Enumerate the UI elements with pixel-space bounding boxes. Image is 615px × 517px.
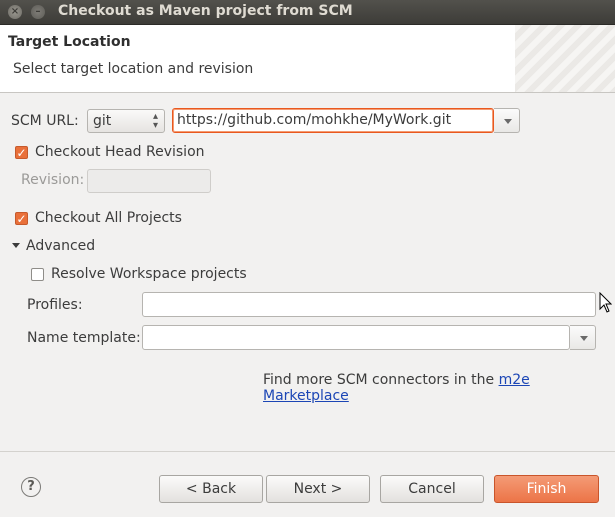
cancel-button[interactable]: Cancel — [380, 475, 484, 503]
scm-url-input[interactable]: https://github.com/mohkhe/MyWork.git — [172, 108, 494, 133]
minimize-window-icon[interactable]: – — [31, 5, 45, 19]
next-button[interactable]: Next > — [266, 475, 370, 503]
scm-type-value: git — [93, 113, 112, 129]
resolve-workspace-label: Resolve Workspace projects — [51, 266, 247, 282]
scm-url-label: SCM URL: — [11, 113, 79, 129]
close-window-icon[interactable]: × — [8, 5, 22, 19]
scm-url-dropdown-button[interactable] — [494, 108, 520, 133]
wizard-header: Target Location Select target location a… — [0, 25, 615, 93]
title-bar: × – Checkout as Maven project from SCM — [0, 0, 615, 25]
back-button[interactable]: < Back — [159, 475, 263, 503]
chevron-down-icon — [580, 336, 588, 341]
marketplace-prefix: Find more SCM connectors in the — [263, 372, 499, 388]
head-revision-label: Checkout Head Revision — [35, 144, 205, 160]
all-projects-checkbox[interactable]: ✓ — [15, 212, 28, 225]
window-title: Checkout as Maven project from SCM — [58, 3, 353, 19]
check-icon: ✓ — [16, 146, 27, 160]
revision-label: Revision: — [21, 172, 85, 188]
scm-type-select[interactable]: git ▴ ▾ — [87, 109, 165, 133]
advanced-expander[interactable]: Advanced — [26, 238, 95, 254]
name-template-label: Name template: — [27, 330, 141, 346]
name-template-dropdown-button[interactable] — [570, 325, 596, 350]
marketplace-text: Find more SCM connectors in the m2e Mark… — [263, 372, 615, 404]
name-template-input[interactable] — [142, 325, 570, 350]
page-description: Select target location and revision — [13, 61, 254, 77]
chevron-down-icon — [504, 119, 512, 124]
mouse-pointer-icon — [599, 292, 612, 313]
spinner-updown-icon: ▴ ▾ — [152, 111, 158, 131]
check-icon: ✓ — [16, 212, 27, 226]
resolve-workspace-checkbox[interactable] — [31, 268, 44, 281]
page-title: Target Location — [8, 34, 131, 50]
profiles-input[interactable] — [142, 292, 596, 317]
scm-url-value: https://github.com/mohkhe/MyWork.git — [177, 112, 452, 128]
finish-button[interactable]: Finish — [494, 475, 599, 503]
all-projects-label: Checkout All Projects — [35, 210, 182, 226]
profiles-label: Profiles: — [27, 297, 83, 313]
footer-divider — [0, 451, 615, 452]
head-revision-checkbox[interactable]: ✓ — [15, 146, 28, 159]
expander-arrow-icon[interactable] — [12, 243, 20, 248]
header-decoration-image — [515, 25, 615, 92]
help-icon[interactable]: ? — [21, 477, 41, 497]
revision-input — [87, 169, 211, 193]
